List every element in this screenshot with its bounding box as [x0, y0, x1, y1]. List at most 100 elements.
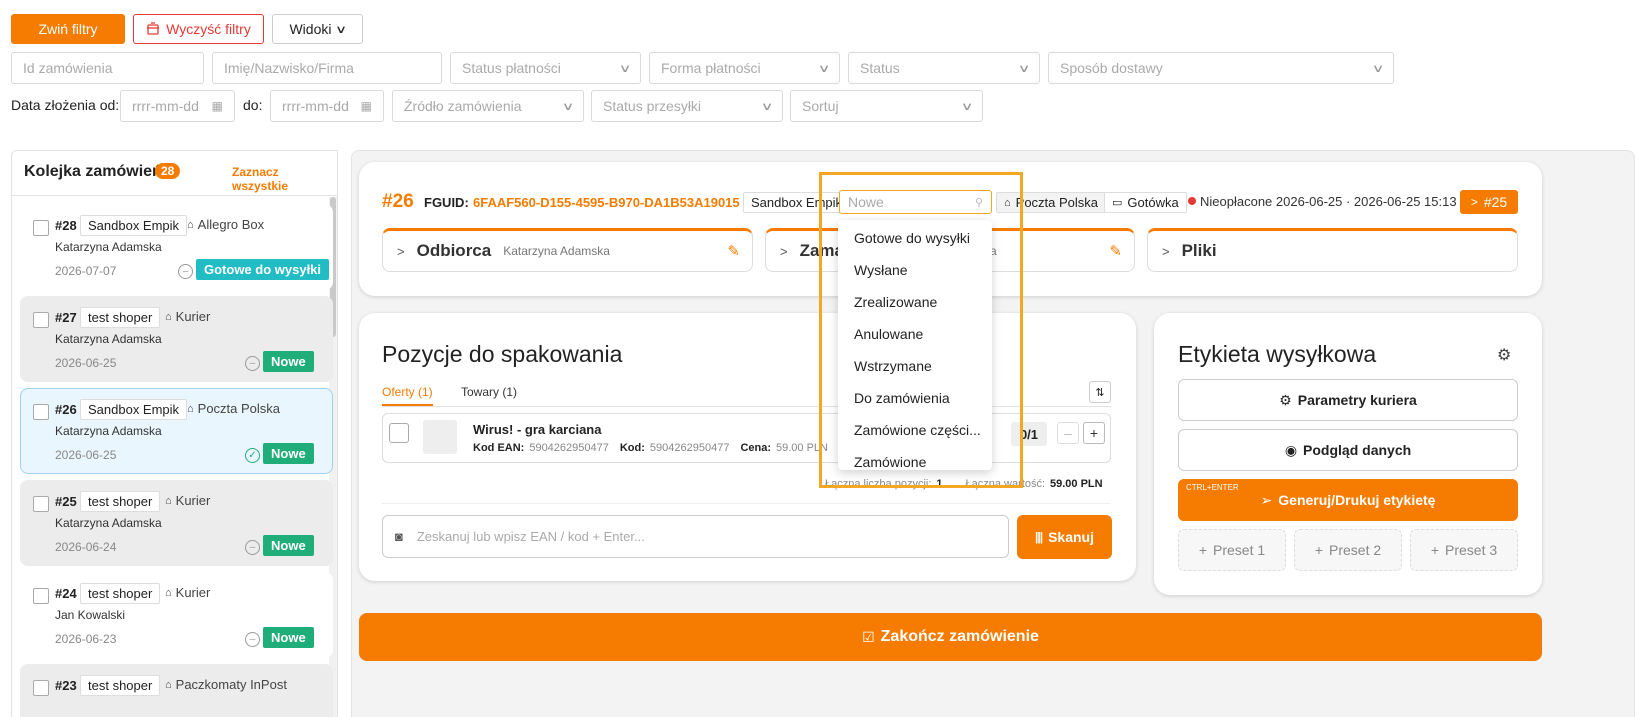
- customer-name: Katarzyna Adamska: [55, 424, 162, 438]
- status-option[interactable]: Zrealizowane: [838, 286, 992, 318]
- next-order-button[interactable]: > #25: [1460, 190, 1518, 214]
- truck-icon: ⌂: [165, 494, 172, 507]
- price-label: Cena:: [740, 442, 771, 454]
- chevron-down-icon: ∨: [561, 100, 575, 113]
- order-source-select[interactable]: Źródło zamówienia ∨: [392, 90, 584, 122]
- order-number: #26: [55, 402, 77, 417]
- scan-input[interactable]: ◙ Zeskanuj lub wpisz EAN / kod + Enter..…: [382, 515, 1009, 558]
- locker-icon: ⌂: [165, 678, 172, 691]
- preset-3-button[interactable]: + Preset 3: [1410, 529, 1518, 571]
- calendar-icon: ▦: [211, 99, 223, 113]
- scan-placeholder: Zeskanuj lub wpisz EAN / kod + Enter...: [416, 529, 645, 544]
- payment-method-select[interactable]: Forma płatności ∨: [649, 52, 840, 84]
- queue-order-item-selected[interactable]: #26 Sandbox Empik ⌂ Poczta Polska Katarzy…: [20, 388, 333, 474]
- queue-order-item[interactable]: #23 test shoper ⌂ Paczkomaty InPost: [20, 664, 333, 717]
- status-option[interactable]: Wysłane: [838, 254, 992, 286]
- status-select[interactable]: Status ∨: [848, 52, 1040, 84]
- total-value: 59.00 PLN: [1050, 478, 1103, 490]
- shop-tag: Sandbox Empik: [743, 192, 851, 213]
- order-id-input[interactable]: Id zamówienia: [11, 52, 204, 84]
- order-number: #27: [55, 310, 77, 325]
- sort-select[interactable]: Sortuj ∨: [790, 90, 983, 122]
- chevron-down-icon: ∨: [1371, 62, 1385, 75]
- edit-icon[interactable]: ✎: [1109, 242, 1122, 260]
- order-source-placeholder: Źródło zamówienia: [404, 98, 522, 114]
- sort-icon[interactable]: ⇅: [1089, 381, 1111, 403]
- status-option[interactable]: Zamówione części...: [838, 414, 992, 446]
- customer-name: Jan Kowalski: [55, 608, 126, 622]
- truck-icon: ⌂: [165, 310, 172, 323]
- eraser-icon: [147, 22, 160, 35]
- chevron-down-icon: ∨: [1017, 62, 1031, 75]
- courier-params-button[interactable]: ⚙ Parametry kuriera: [1178, 379, 1518, 421]
- item-name: Wirus! - gra karciana: [473, 422, 602, 437]
- order-checkbox[interactable]: [33, 496, 49, 512]
- payment-tag: ▭ Gotówka: [1104, 192, 1187, 213]
- wallet-icon: ▭: [1112, 197, 1123, 209]
- files-section[interactable]: > Pliki: [1147, 228, 1518, 272]
- scan-button[interactable]: ||| Skanuj: [1017, 515, 1112, 559]
- preset-1-button[interactable]: + Preset 1: [1178, 529, 1286, 571]
- order-checkbox[interactable]: [33, 312, 49, 328]
- status-badge: Nowe: [263, 627, 314, 648]
- generate-label: Generuj/Drukuj etykietę: [1278, 492, 1436, 508]
- preset-2-label: Preset 2: [1329, 542, 1382, 558]
- views-dropdown[interactable]: Widoki ∨: [272, 14, 363, 44]
- delivery-method-placeholder: Sposób dostawy: [1060, 60, 1163, 76]
- recipient-section[interactable]: > Odbiorca Katarzyna Adamska ✎: [382, 228, 753, 272]
- item-checkbox[interactable]: [389, 423, 409, 443]
- item-thumbnail: [423, 420, 457, 454]
- clear-filters-button[interactable]: Wyczyść filtry: [133, 14, 264, 44]
- ean-value: 5904262950477: [529, 442, 609, 454]
- order-checkbox[interactable]: [33, 220, 49, 236]
- plus-icon: +: [1314, 542, 1324, 558]
- delivery-tag-label: Poczta Polska: [1015, 195, 1099, 210]
- order-number-title: #26: [382, 191, 414, 212]
- order-checkbox[interactable]: [33, 680, 49, 696]
- gear-icon[interactable]: ⚙: [1497, 345, 1511, 365]
- preset-1-label: Preset 1: [1213, 542, 1266, 558]
- shipment-status-select[interactable]: Status przesyłki ∨: [591, 90, 783, 122]
- status-option[interactable]: Wstrzymane: [838, 350, 992, 382]
- tab-offers[interactable]: Oferty (1): [382, 385, 433, 406]
- name-input[interactable]: Imię/Nazwisko/Firma: [212, 52, 442, 84]
- recipient-title: Odbiorca: [416, 241, 492, 260]
- status-option[interactable]: Do zamówienia: [838, 382, 992, 414]
- increment-button[interactable]: +: [1083, 422, 1105, 444]
- date-from-input[interactable]: rrrr-mm-dd ▦: [120, 90, 235, 122]
- order-checkbox[interactable]: [33, 588, 49, 604]
- queue-order-item[interactable]: #24 test shoper ⌂ Kurier Jan Kowalski 202…: [20, 572, 333, 658]
- queue-order-item[interactable]: #25 test shoper ⌂ Kurier Katarzyna Adamsk…: [20, 480, 333, 566]
- chevron-right-icon: >: [1470, 195, 1478, 209]
- payment-status-select[interactable]: Status płatności ∨: [450, 52, 641, 84]
- edit-icon[interactable]: ✎: [727, 242, 740, 260]
- recipient-name: Katarzyna Adamska: [503, 244, 610, 258]
- finish-order-button[interactable]: ☑ Zakończ zamówienie: [359, 613, 1542, 661]
- customer-name: Katarzyna Adamska: [55, 332, 162, 346]
- order-checkbox[interactable]: [33, 404, 49, 420]
- next-order-label: #25: [1483, 194, 1508, 210]
- collapse-filters-button[interactable]: Zwiń filtry: [11, 14, 125, 44]
- decrement-button[interactable]: –: [1057, 422, 1079, 444]
- queue-order-item[interactable]: #27 test shoper ⌂ Kurier Katarzyna Adamsk…: [20, 296, 333, 382]
- date-to-input[interactable]: rrrr-mm-dd ▦: [270, 90, 384, 122]
- status-option[interactable]: Anulowane: [838, 318, 992, 350]
- queue-order-item[interactable]: #28 Sandbox Empik ⌂ Allegro Box Katarzyna…: [20, 204, 333, 290]
- tab-products[interactable]: Towary (1): [461, 385, 517, 399]
- order-status-search-input[interactable]: Nowe ⚲: [839, 190, 992, 214]
- order-date: 2026-07-07: [55, 264, 117, 278]
- code-label: Kod:: [619, 442, 645, 454]
- status-option[interactable]: Gotowe do wysyłki: [838, 222, 992, 254]
- preview-data-button[interactable]: ◉ Podgląd danych: [1178, 429, 1518, 471]
- delivery-method-select[interactable]: Sposób dostawy ∨: [1048, 52, 1394, 84]
- chevron-right-icon: >: [1162, 243, 1170, 259]
- status-option[interactable]: Zamówione: [838, 446, 992, 478]
- chevron-down-icon: ∨: [960, 100, 974, 113]
- minus-circle-icon: –: [245, 632, 260, 647]
- minus-circle-icon: –: [178, 264, 193, 279]
- select-all-link[interactable]: Zaznacz wszystkie: [232, 165, 337, 193]
- preset-2-button[interactable]: + Preset 2: [1294, 529, 1402, 571]
- camera-icon: ◙: [395, 529, 403, 544]
- gear-icon: ⚙: [1279, 391, 1292, 408]
- delivery-tag: ⌂ Kurier: [165, 585, 210, 600]
